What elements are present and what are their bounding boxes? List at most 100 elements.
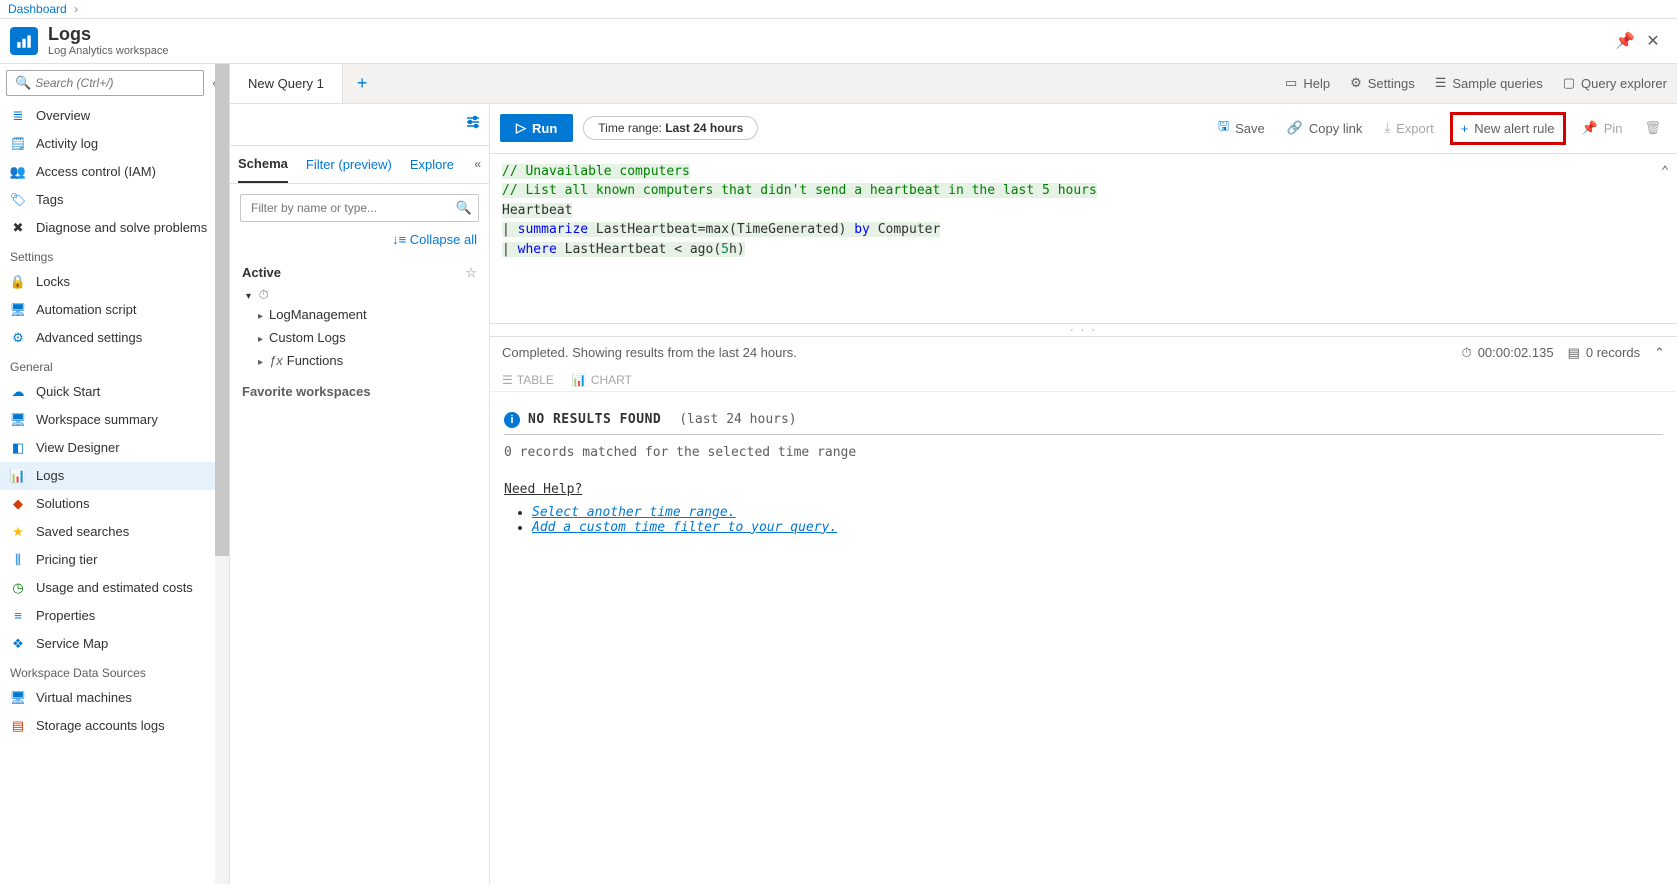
tree-item-functions[interactable]: ƒxFunctions [242, 349, 477, 372]
copy-link-button[interactable]: 🔗Copy link [1281, 116, 1369, 140]
settings-button[interactable]: ⚙Settings [1340, 64, 1425, 103]
function-icon: ƒx [269, 353, 283, 368]
collapse-editor-icon[interactable]: ⌃ [1661, 162, 1669, 182]
query-editor[interactable]: ⌃ // Unavailable computers // List all k… [490, 154, 1677, 324]
scrollbar-thumb[interactable] [215, 64, 229, 556]
sample-queries-button[interactable]: ☰Sample queries [1425, 64, 1553, 103]
nav-item-workspace-summary[interactable]: 🖥Workspace summary [0, 406, 219, 434]
pin-button[interactable]: 📌Pin [1576, 116, 1629, 140]
nav-item-label: Pricing tier [36, 552, 97, 567]
splitter-handle[interactable]: · · · [490, 324, 1677, 337]
close-icon[interactable]: ✕ [1639, 27, 1667, 55]
query-explorer-button[interactable]: ▢Query explorer [1553, 64, 1677, 103]
add-tab-button[interactable]: + [343, 73, 382, 94]
nav-icon: ◧ [10, 440, 26, 456]
nav-item-label: Quick Start [36, 384, 100, 399]
nav-item-usage-and-estimated-costs[interactable]: ◷ Usage and estimated costs [0, 574, 219, 602]
schema-tab[interactable]: Schema [238, 146, 288, 183]
nav-item-advanced-settings[interactable]: ⚙Advanced settings [0, 324, 219, 352]
nav-item-pricing-tier[interactable]: ⫼Pricing tier [0, 546, 219, 574]
chevron-right-icon: › [74, 2, 78, 16]
help-button[interactable]: ▭Help [1275, 64, 1340, 103]
nav-item-saved-searches[interactable]: ★Saved searches [0, 518, 219, 546]
nav-item-tags[interactable]: 🏷Tags [0, 186, 219, 214]
export-button[interactable]: ⤓Export [1378, 116, 1439, 140]
info-icon: i [504, 412, 520, 428]
new-alert-rule-button[interactable]: +New alert rule [1450, 112, 1566, 145]
nav-item-service-map[interactable]: ❖Service Map [0, 630, 219, 658]
nav-icon: ⚙ [10, 330, 26, 346]
page-subtitle: Log Analytics workspace [48, 45, 168, 57]
run-button[interactable]: ▷ Run [500, 114, 573, 142]
nav-search-input[interactable] [35, 76, 195, 90]
nav-icon: 📊 [10, 468, 26, 484]
nav-item-logs[interactable]: 📊 Logs [0, 462, 219, 490]
records-icon: ▤ [1568, 345, 1580, 361]
export-icon: ⤓ [1384, 120, 1390, 136]
no-results-range: (last 24 hours) [679, 412, 796, 427]
nav-item-automation-script[interactable]: 🖥Automation script [0, 296, 219, 324]
chart-icon: 📊 [572, 373, 587, 387]
play-icon: ▷ [516, 120, 526, 136]
schema-filter[interactable]: 🔍 [240, 194, 479, 222]
nav-icon: ◆ [10, 496, 26, 512]
nav-item-label: Storage accounts logs [36, 718, 165, 733]
nav-item-virtual-machines[interactable]: 🖥Virtual machines [0, 684, 219, 712]
nav-item-label: Usage and estimated costs [36, 580, 193, 595]
tree-active-header[interactable]: Active ☆ [242, 259, 477, 287]
nav-item-activity-log[interactable]: 🗒Activity log [0, 130, 219, 158]
nav-icon: ◷ [10, 580, 26, 596]
nav-item-label: Service Map [36, 636, 108, 651]
chart-view-tab[interactable]: 📊CHART [572, 373, 632, 387]
table-icon: ☰ [502, 373, 513, 387]
nav-icon: 👥 [10, 164, 26, 180]
nav-item-label: Logs [36, 468, 64, 483]
tree-item-custom-logs[interactable]: Custom Logs [242, 326, 477, 349]
nav-item-storage-accounts-logs[interactable]: ▤Storage accounts logs [0, 712, 219, 740]
nav-search[interactable]: 🔍 [6, 70, 204, 96]
nav-item-overview[interactable]: ≣Overview [0, 102, 219, 130]
table-view-tab[interactable]: ☰TABLE [502, 373, 554, 387]
book-icon: ▭ [1285, 75, 1297, 91]
tree-item-logmanagement[interactable]: LogManagement [242, 303, 477, 326]
save-button[interactable]: 🖫Save [1212, 113, 1271, 143]
nav-section-header: General [0, 352, 219, 378]
nav-item-diagnose-and-solve-problems[interactable]: ✖Diagnose and solve problems [0, 214, 219, 242]
select-time-range-link[interactable]: Select another time range. [532, 505, 736, 520]
schema-panel: Schema Filter (preview) Explore « 🔍 ↓≡ C… [230, 104, 490, 884]
add-time-filter-link[interactable]: Add a custom time filter to your query. [532, 520, 837, 535]
nav-icon: 🖥 [10, 412, 26, 428]
schema-filter-input[interactable] [247, 197, 456, 219]
nav-item-quick-start[interactable]: ☁Quick Start [0, 378, 219, 406]
delete-button[interactable]: 🗑 [1638, 116, 1667, 140]
nav-item-label: Properties [36, 608, 95, 623]
search-icon: 🔍 [456, 200, 472, 216]
page-header: Logs Log Analytics workspace 📌 ✕ [0, 19, 1677, 64]
filter-toggle-icon[interactable] [465, 114, 481, 135]
no-results-message: NO RESULTS FOUND [528, 412, 661, 427]
query-tab[interactable]: New Query 1 [230, 64, 343, 103]
plus-icon: + [1461, 121, 1469, 136]
nav-item-access-control-iam-[interactable]: 👥Access control (IAM) [0, 158, 219, 186]
star-icon[interactable]: ☆ [465, 265, 477, 281]
save-icon: 🖫 [1218, 117, 1229, 139]
explore-tab[interactable]: Explore [410, 147, 454, 182]
pin-icon[interactable]: 📌 [1611, 27, 1639, 55]
results-view-tabs: ☰TABLE 📊CHART [490, 369, 1677, 392]
filter-tab[interactable]: Filter (preview) [306, 147, 392, 182]
nav-item-label: Solutions [36, 496, 89, 511]
results-status: Completed. Showing results from the last… [502, 345, 797, 360]
time-range-picker[interactable]: Time range: Last 24 hours [583, 116, 758, 140]
expand-results-icon[interactable]: ⌃ [1654, 345, 1665, 361]
collapse-all-link[interactable]: ↓≡ Collapse all [230, 232, 489, 255]
chevron-down-icon[interactable]: ▾ [246, 291, 251, 302]
nav-item-properties[interactable]: ≡Properties [0, 602, 219, 630]
list-icon: ☰ [1435, 75, 1447, 91]
breadcrumb-item[interactable]: Dashboard [8, 2, 67, 16]
nav-item-view-designer[interactable]: ◧View Designer [0, 434, 219, 462]
nav-item-locks[interactable]: 🔒Locks [0, 268, 219, 296]
nav-item-label: Locks [36, 274, 70, 289]
collapse-schema-icon[interactable]: « [474, 157, 481, 171]
no-results-detail: 0 records matched for the selected time … [504, 445, 1663, 460]
nav-item-solutions[interactable]: ◆ Solutions [0, 490, 219, 518]
